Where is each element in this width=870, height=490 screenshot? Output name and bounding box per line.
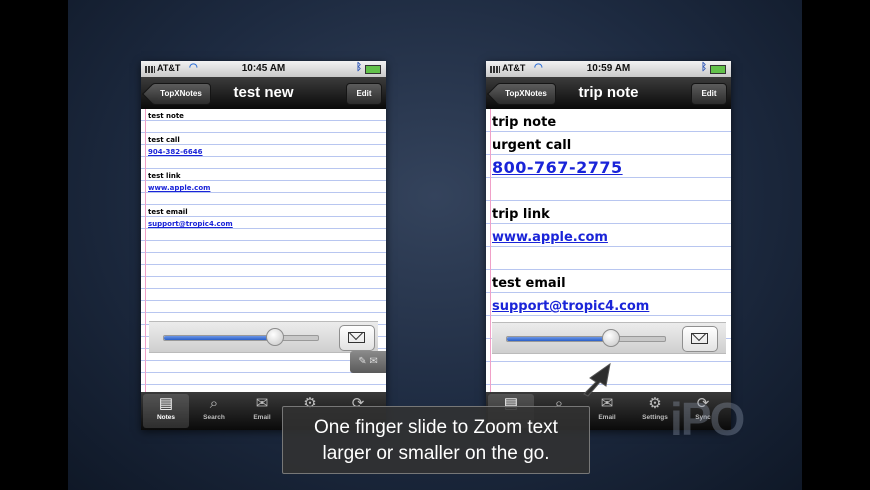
tab-email[interactable]: ✉ Email <box>584 394 630 428</box>
email-link[interactable]: support@tropic4.com <box>148 220 233 228</box>
note-title: test new <box>233 84 294 101</box>
status-time: 10:59 AM <box>586 63 631 74</box>
note-line: test email <box>148 208 188 216</box>
bluetooth-icon: ᛒ <box>356 62 362 73</box>
envelope-icon <box>691 333 708 344</box>
battery-icon <box>710 65 726 74</box>
bluetooth-icon: ᛒ <box>701 62 707 73</box>
web-link[interactable]: www.apple.com <box>148 184 210 192</box>
zoom-slider-knob[interactable] <box>602 329 621 347</box>
note-line: test note <box>148 112 184 120</box>
zoom-slider-track[interactable] <box>163 335 319 341</box>
note-line: trip link <box>492 207 550 222</box>
tab-label: Email <box>598 414 616 421</box>
tab-search[interactable]: ⌕ Search <box>191 394 237 428</box>
caption-box: One finger slide to Zoom text larger or … <box>282 406 590 474</box>
note-line: trip note <box>492 115 557 130</box>
status-time: 10:45 AM <box>241 63 286 74</box>
web-link[interactable]: www.apple.com <box>492 230 608 245</box>
phone-link[interactable]: 800-767-2775 <box>492 158 623 177</box>
arrow-pointer-icon <box>583 362 611 397</box>
search-icon: ⌕ <box>209 395 219 412</box>
status-bar: AT&T ◠ 10:59 AM ᛒ <box>486 61 731 77</box>
right-letterbox <box>802 0 870 490</box>
left-letterbox <box>0 0 68 490</box>
note-line: test link <box>148 172 181 180</box>
email-link[interactable]: support@tropic4.com <box>492 299 649 314</box>
tab-email[interactable]: ✉ Email <box>239 394 285 428</box>
tab-label: Notes <box>156 414 176 421</box>
paper-margin-line <box>490 109 491 392</box>
nav-bar: TopXNotes trip note Edit <box>486 77 731 109</box>
note-line: test email <box>492 276 566 291</box>
email-icon: ✉ <box>255 395 269 412</box>
zoom-slider-knob[interactable] <box>265 328 284 346</box>
envelope-icon <box>348 332 365 343</box>
email-note-button[interactable] <box>682 326 718 352</box>
note-line: urgent call <box>492 138 572 153</box>
phone-screen-left: AT&T ◠ 10:45 AM ᛒ TopXNotes test new Edi… <box>141 61 386 430</box>
watermark-logo: iPO <box>670 393 745 445</box>
zoom-slider-bar <box>149 321 378 353</box>
tab-notes[interactable]: ▤ Notes <box>143 394 189 428</box>
battery-icon <box>365 65 381 74</box>
phone-link[interactable]: 904-382-6646 <box>148 148 203 156</box>
tool-icon: ✎ ✉ <box>358 356 378 367</box>
paper-margin-line <box>145 109 146 392</box>
zoom-slider-fill <box>164 336 275 340</box>
collapsed-tools-tab[interactable]: ✎ ✉ <box>350 351 386 373</box>
note-title: trip note <box>578 84 639 101</box>
caption-line: larger or smaller on the go. <box>322 443 550 464</box>
tab-label: Search <box>203 414 225 421</box>
tab-label: Email <box>253 414 271 421</box>
zoom-slider-bar <box>492 322 726 354</box>
status-bar: AT&T ◠ 10:45 AM ᛒ <box>141 61 386 77</box>
zoom-slider-fill <box>507 337 612 341</box>
notes-icon: ▤ <box>158 395 174 412</box>
caption-line: One finger slide to Zoom text <box>314 417 558 438</box>
email-note-button[interactable] <box>339 325 375 351</box>
zoom-slider-track[interactable] <box>506 336 666 342</box>
edit-button[interactable]: Edit <box>346 83 382 105</box>
edit-button[interactable]: Edit <box>691 83 727 105</box>
note-line: test call <box>148 136 180 144</box>
nav-bar: TopXNotes test new Edit <box>141 77 386 109</box>
